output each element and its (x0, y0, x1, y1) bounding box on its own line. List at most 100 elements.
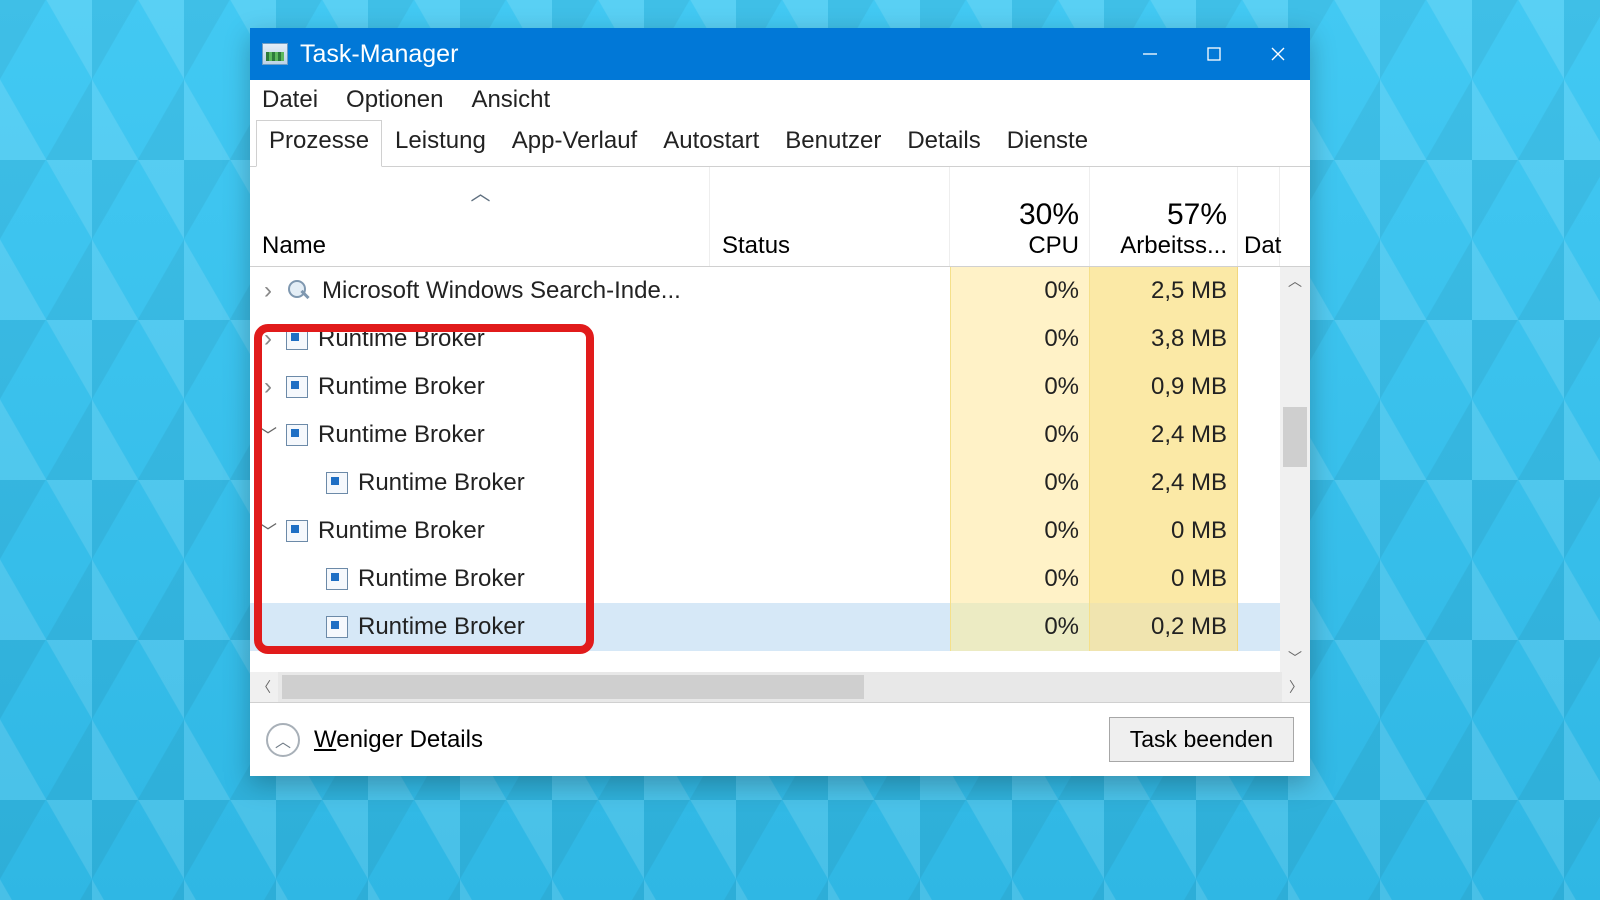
chevron-right-icon[interactable]: › (258, 325, 278, 353)
process-name: Runtime Broker (318, 373, 485, 401)
close-button[interactable] (1246, 28, 1310, 80)
minimize-button[interactable] (1118, 28, 1182, 80)
data-cell (1238, 411, 1280, 459)
col-mem-label: Arbeitss... (1120, 232, 1227, 260)
memory-cell: 0,2 MB (1090, 603, 1238, 651)
titlebar[interactable]: Task-Manager (250, 28, 1310, 80)
process-icon (286, 376, 308, 398)
scroll-down-icon[interactable]: ﹀ (1280, 644, 1310, 672)
status-cell (710, 315, 950, 363)
process-name: Microsoft Windows Search-Inde... (322, 277, 681, 305)
memory-cell: 0,9 MB (1090, 363, 1238, 411)
col-name[interactable]: ︿ Name (250, 167, 710, 266)
hscroll-track[interactable] (278, 672, 1282, 702)
memory-cell: 0 MB (1090, 507, 1238, 555)
chevron-right-icon[interactable]: › (258, 277, 278, 305)
col-memory[interactable]: 57% Arbeitss... (1090, 167, 1238, 266)
cpu-cell: 0% (950, 267, 1090, 315)
tab-processes[interactable]: Prozesse (256, 120, 382, 167)
fewer-details-button[interactable]: ︿ Weniger Details (266, 723, 483, 757)
cpu-cell: 0% (950, 603, 1090, 651)
process-name-cell[interactable]: ﹀ Runtime Broker (250, 411, 710, 459)
col-status-label: Status (722, 232, 939, 260)
memory-cell: 2,4 MB (1090, 411, 1238, 459)
chevron-up-icon: ︿ (266, 723, 300, 757)
minimize-icon (1141, 45, 1159, 63)
window-controls (1118, 28, 1310, 80)
process-name: Runtime Broker (318, 517, 485, 545)
process-name: Runtime Broker (358, 565, 525, 593)
table-row[interactable]: Runtime Broker 0%0 MB (250, 555, 1310, 603)
menu-options[interactable]: Optionen (346, 86, 443, 114)
cpu-cell: 0% (950, 555, 1090, 603)
tab-app-history[interactable]: App-Verlauf (499, 120, 650, 166)
tab-startup[interactable]: Autostart (650, 120, 772, 166)
chevron-right-icon[interactable]: › (258, 373, 278, 401)
table-row[interactable]: Runtime Broker 0%0,2 MB (250, 603, 1310, 651)
process-name-cell[interactable]: Runtime Broker (250, 459, 710, 507)
status-cell (710, 459, 950, 507)
tab-details[interactable]: Details (894, 120, 993, 166)
table-row[interactable]: Runtime Broker 0%2,4 MB (250, 459, 1310, 507)
maximize-button[interactable] (1182, 28, 1246, 80)
fewer-details-label: Weniger Details (314, 726, 483, 754)
chevron-down-icon[interactable]: ﹀ (258, 518, 278, 544)
footer: ︿ Weniger Details Task beenden (250, 702, 1310, 776)
end-task-button[interactable]: Task beenden (1109, 717, 1294, 762)
end-task-label: Task beenden (1130, 726, 1273, 752)
horizontal-scrollbar[interactable]: 〈 〉 (250, 672, 1310, 702)
vertical-scrollbar[interactable]: ︿ ﹀ (1280, 267, 1310, 672)
col-cpu[interactable]: 30% CPU (950, 167, 1090, 266)
process-name-cell[interactable]: Runtime Broker (250, 603, 710, 651)
process-name-cell[interactable]: ﹀ Runtime Broker (250, 507, 710, 555)
process-name-cell[interactable]: Runtime Broker (250, 555, 710, 603)
cpu-cell: 0% (950, 315, 1090, 363)
process-icon (286, 328, 308, 350)
memory-cell: 2,5 MB (1090, 267, 1238, 315)
scroll-left-icon[interactable]: 〈 (250, 677, 278, 697)
sort-indicator-icon: ︿ (471, 177, 491, 206)
process-name-cell[interactable]: › Microsoft Windows Search-Inde... (250, 267, 710, 315)
table-row[interactable]: ›Runtime Broker0%3,8 MB (250, 315, 1310, 363)
cpu-cell: 0% (950, 459, 1090, 507)
task-manager-window: Task-Manager Datei Optionen Ansicht Proz… (250, 28, 1310, 776)
memory-cell: 0 MB (1090, 555, 1238, 603)
vscroll-thumb[interactable] (1283, 407, 1307, 467)
process-name: Runtime Broker (318, 421, 485, 449)
tab-users[interactable]: Benutzer (772, 120, 894, 166)
process-name-cell[interactable]: ›Runtime Broker (250, 315, 710, 363)
maximize-icon (1206, 46, 1222, 62)
table-row[interactable]: › Microsoft Windows Search-Inde... 0%2,5 M… (250, 267, 1310, 315)
chevron-down-icon[interactable]: ﹀ (258, 422, 278, 448)
col-status[interactable]: Status (710, 167, 950, 266)
data-cell (1238, 267, 1280, 315)
tab-performance[interactable]: Leistung (382, 120, 499, 166)
menu-view[interactable]: Ansicht (471, 86, 550, 114)
table-row[interactable]: ﹀Runtime Broker0%0 MB (250, 507, 1310, 555)
status-cell (710, 363, 950, 411)
cpu-cell: 0% (950, 363, 1090, 411)
status-cell (710, 507, 950, 555)
data-cell (1238, 315, 1280, 363)
process-icon (286, 520, 308, 542)
process-rows: ›Microsoft Windows Search-Inde...0%2,5 M… (250, 267, 1310, 672)
menu-file[interactable]: Datei (262, 86, 318, 114)
process-name: Runtime Broker (358, 613, 525, 641)
table-row[interactable]: › Runtime Broker 0%0,9 MB (250, 363, 1310, 411)
menubar: Datei Optionen Ansicht (250, 80, 1310, 120)
window-title: Task-Manager (300, 40, 458, 69)
process-icon (326, 568, 348, 590)
table-row[interactable]: ﹀Runtime Broker0%2,4 MB (250, 411, 1310, 459)
hscroll-thumb[interactable] (282, 675, 864, 699)
memory-cell: 2,4 MB (1090, 459, 1238, 507)
data-cell (1238, 555, 1280, 603)
col-mem-pct: 57% (1167, 198, 1227, 232)
column-headers: ︿ Name Status 30% CPU 57% Arbeitss... Da… (250, 167, 1310, 267)
process-name-cell[interactable]: › Runtime Broker (250, 363, 710, 411)
tab-services[interactable]: Dienste (994, 120, 1101, 166)
data-cell (1238, 363, 1280, 411)
scroll-up-icon[interactable]: ︿ (1280, 267, 1310, 295)
col-data[interactable]: Dat (1238, 167, 1280, 266)
search-indexer-icon (286, 280, 312, 302)
scroll-right-icon[interactable]: 〉 (1282, 677, 1310, 697)
